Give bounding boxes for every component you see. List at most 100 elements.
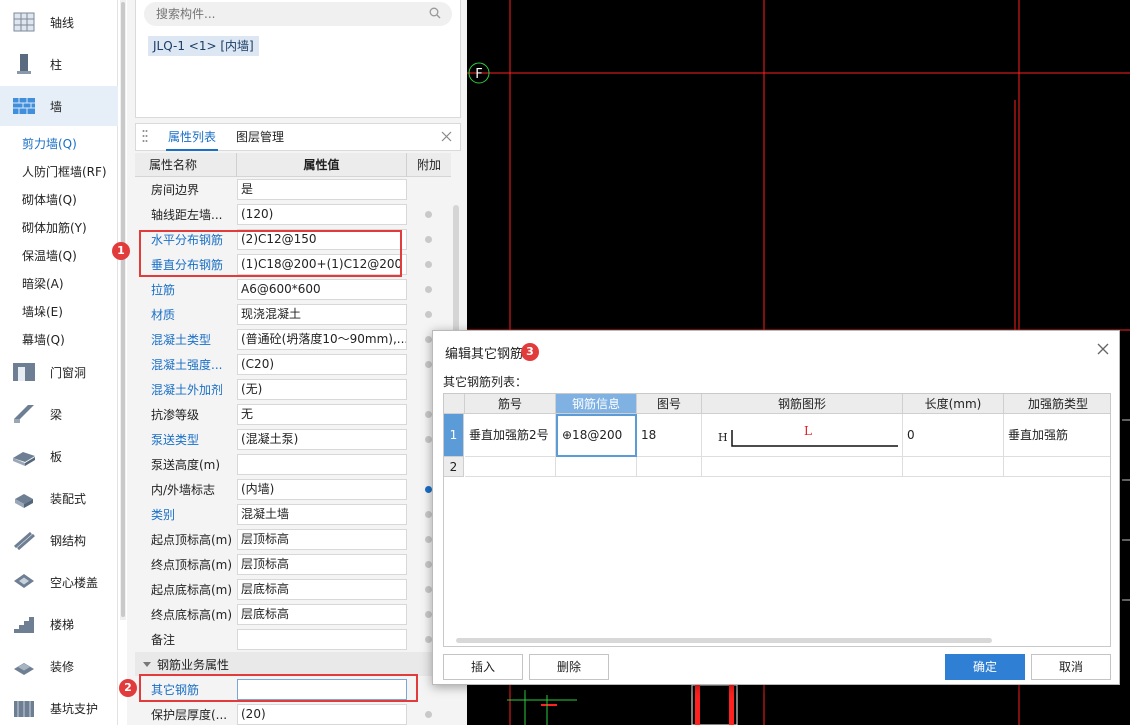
property-row[interactable]: 类别 混凝土墙 [135, 502, 451, 527]
property-value-field[interactable]: A6@600*600 [237, 279, 407, 300]
attach-radio[interactable] [425, 236, 432, 243]
property-value-field[interactable]: 是 [237, 179, 407, 200]
property-value-field[interactable] [237, 454, 407, 475]
cell-rebar-shape[interactable] [702, 457, 903, 477]
attach-radio[interactable] [425, 586, 432, 593]
wall-item-civil-defense-door-wall[interactable]: 人防门框墙(RF) [22, 163, 107, 180]
property-value-field[interactable] [237, 629, 407, 650]
delete-button[interactable]: 删除 [529, 654, 609, 680]
property-value-field[interactable]: (内墙) [237, 479, 407, 500]
close-icon[interactable] [441, 131, 452, 142]
attach-radio[interactable] [425, 436, 432, 443]
property-row-cover[interactable]: 保护层厚度(... (20) [135, 702, 451, 725]
property-row[interactable]: 材质 现浇混凝土 [135, 302, 451, 327]
cell-rebar-info[interactable]: ⊕18@200 [556, 414, 637, 457]
property-value-field[interactable]: 层顶标高 [237, 529, 407, 550]
attach-radio[interactable] [425, 636, 432, 643]
cell-bar-no[interactable]: 垂直加强筋2号 [465, 414, 556, 457]
property-value-field[interactable]: (20) [237, 704, 407, 725]
cell-reinforce-type[interactable]: 垂直加强筋 [1004, 414, 1110, 457]
property-value-field[interactable]: 无 [237, 404, 407, 425]
property-value-field[interactable]: 混凝土墙 [237, 504, 407, 525]
property-row[interactable]: 房间边界 是 [135, 177, 451, 202]
property-name[interactable]: 混凝土强度... [151, 356, 222, 373]
component-search-input[interactable] [144, 2, 452, 26]
property-row[interactable]: 泵送高度(m) [135, 452, 451, 477]
sidebar-scrollbar[interactable] [120, 0, 126, 620]
category-hollow-floor[interactable]: 空心楼盖 [0, 562, 118, 602]
property-row[interactable]: 混凝土外加剂 (无) [135, 377, 451, 402]
attach-radio[interactable] [425, 486, 432, 493]
search-icon[interactable] [429, 7, 441, 19]
cell-rebar-info[interactable] [556, 457, 637, 477]
row-index[interactable]: 2 [444, 457, 464, 477]
category-decoration[interactable]: 装修 [0, 646, 118, 686]
attach-radio[interactable] [425, 261, 432, 268]
cell-bar-no[interactable] [465, 457, 556, 477]
property-row[interactable]: 拉筋 A6@600*600 [135, 277, 451, 302]
property-row[interactable]: 起点顶标高(m) 层顶标高 [135, 527, 451, 552]
cell-length[interactable]: 0 [903, 414, 1004, 457]
tab-layer-management[interactable]: 图层管理 [236, 124, 284, 151]
attach-radio[interactable] [425, 286, 432, 293]
property-value-field[interactable]: 现浇混凝土 [237, 304, 407, 325]
attach-radio[interactable] [425, 561, 432, 568]
property-row[interactable]: 起点底标高(m) 层底标高 [135, 577, 451, 602]
wall-item-pilaster[interactable]: 墙垛(E) [22, 303, 63, 320]
tab-property-list[interactable]: 属性列表 [166, 124, 219, 151]
cell-rebar-shape[interactable]: H L [702, 414, 903, 457]
wall-item-masonry-reinforcement[interactable]: 砌体加筋(Y) [22, 219, 87, 236]
category-column[interactable]: 柱 [0, 44, 118, 84]
wall-item-insulation-wall[interactable]: 保温墙(Q) [22, 247, 77, 264]
attach-radio[interactable] [425, 361, 432, 368]
rebar-business-section[interactable]: 钢筋业务属性 [135, 652, 451, 676]
property-value-field[interactable]: (120) [237, 204, 407, 225]
col-length[interactable]: 长度(mm) [903, 394, 1004, 414]
table-horizontal-scrollbar[interactable] [456, 638, 992, 643]
attach-radio[interactable] [425, 411, 432, 418]
attach-radio[interactable] [425, 336, 432, 343]
col-rebar-info[interactable]: 钢筋信息 [556, 394, 637, 414]
close-icon[interactable] [1097, 343, 1109, 355]
category-door-window[interactable]: 门窗洞 [0, 352, 118, 392]
category-wall[interactable]: 墙 [0, 86, 118, 126]
col-figure-no[interactable]: 图号 [637, 394, 702, 414]
category-steel-structure[interactable]: 钢结构 [0, 520, 118, 560]
property-row[interactable]: 轴线距左墙... (120) [135, 202, 451, 227]
ok-button[interactable]: 确定 [945, 654, 1025, 680]
category-foundation-pit[interactable]: 基坑支护 [0, 688, 118, 725]
category-prefab[interactable]: 装配式 [0, 478, 118, 518]
cell-figure-no[interactable] [637, 457, 702, 477]
property-name[interactable]: 泵送类型 [151, 431, 199, 448]
col-rebar-shape[interactable]: 钢筋图形 [702, 394, 903, 414]
property-value-field[interactable]: (混凝土泵) [237, 429, 407, 450]
wall-item-curtain-wall[interactable]: 幕墙(Q) [22, 331, 65, 348]
property-row[interactable]: 混凝土类型 (普通砼(坍落度10～90mm),... [135, 327, 451, 352]
cancel-button[interactable]: 取消 [1031, 654, 1111, 680]
attach-radio[interactable] [425, 536, 432, 543]
col-reinforce-type[interactable]: 加强筋类型 [1004, 394, 1110, 414]
category-beam[interactable]: 梁 [0, 394, 118, 434]
property-row[interactable]: 终点顶标高(m) 层顶标高 [135, 552, 451, 577]
attach-radio[interactable] [425, 211, 432, 218]
col-bar-no[interactable]: 筋号 [465, 394, 556, 414]
insert-button[interactable]: 插入 [443, 654, 523, 680]
property-value-field[interactable]: (普通砼(坍落度10～90mm),... [237, 329, 407, 350]
property-value-field[interactable]: (C20) [237, 354, 407, 375]
property-row[interactable]: 内/外墙标志 (内墙) [135, 477, 451, 502]
property-value-field[interactable]: 层顶标高 [237, 554, 407, 575]
property-value-field[interactable]: (无) [237, 379, 407, 400]
component-item-jlq1[interactable]: JLQ-1 <1> [内墙] [148, 36, 259, 56]
property-row[interactable]: 混凝土强度... (C20) [135, 352, 451, 377]
property-row[interactable]: 终点底标高(m) 层底标高 [135, 602, 451, 627]
attach-radio[interactable] [425, 311, 432, 318]
property-name[interactable]: 类别 [151, 506, 175, 523]
wall-item-masonry-wall[interactable]: 砌体墙(Q) [22, 191, 77, 208]
cell-reinforce-type[interactable] [1004, 457, 1110, 477]
property-row[interactable]: 泵送类型 (混凝土泵) [135, 427, 451, 452]
property-name[interactable]: 拉筋 [151, 281, 175, 298]
row-index[interactable]: 1 [444, 414, 464, 457]
category-stairs[interactable]: 楼梯 [0, 604, 118, 644]
category-axis[interactable]: 轴线 [0, 2, 118, 42]
wall-item-shear-wall[interactable]: 剪力墙(Q) [22, 135, 77, 152]
